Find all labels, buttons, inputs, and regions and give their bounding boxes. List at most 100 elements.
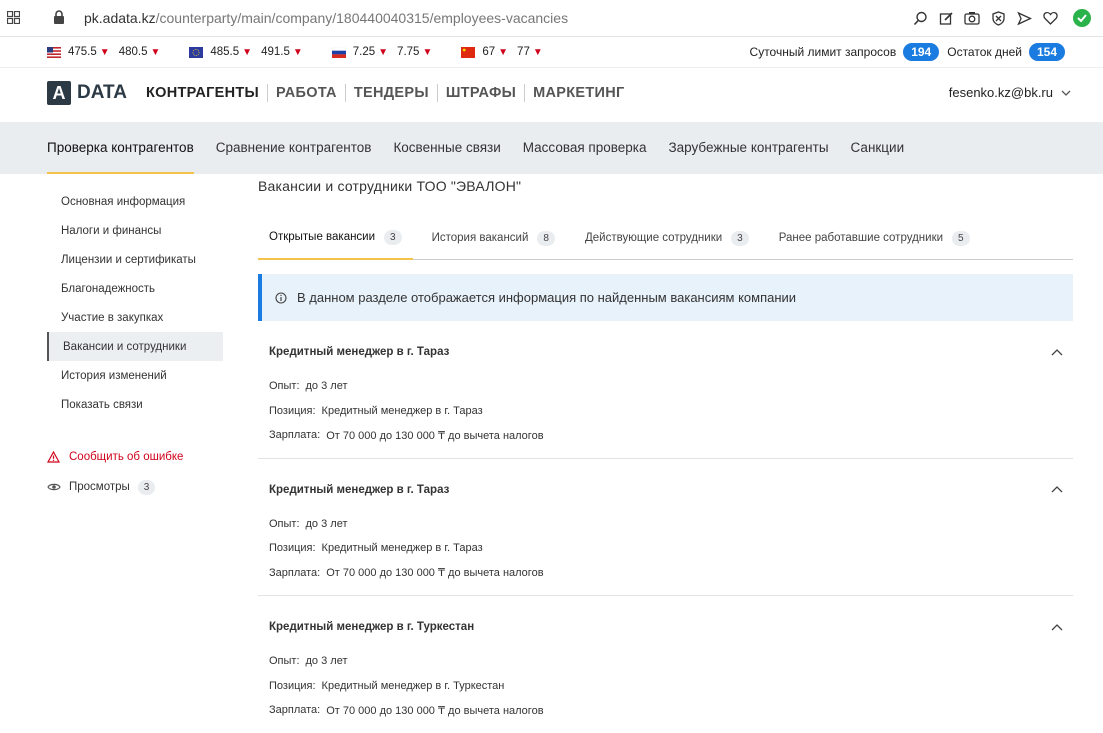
ru-flag-icon xyxy=(331,46,346,58)
content-tabs: Открытые вакансии 3 История вакансий 8 Д… xyxy=(258,216,1073,260)
tab-current-employees[interactable]: Действующие сотрудники 3 xyxy=(574,216,760,260)
main-nav: КОНТРАГЕНТЫ РАБОТА ТЕНДЕРЫ ШТРАФЫ МАРКЕТ… xyxy=(146,84,633,102)
rate-rub: 7.25 ▼ 7.75 ▼ xyxy=(331,46,442,58)
down-arrow-icon: ▼ xyxy=(378,46,389,58)
down-arrow-icon: ▼ xyxy=(498,46,509,58)
vacancy-title: Кредитный менеджер в г. Туркестан xyxy=(269,621,475,633)
lock-icon[interactable] xyxy=(53,10,65,25)
send-icon[interactable] xyxy=(1011,7,1037,29)
vacancy-card: Кредитный менеджер в г. Тараз Опыт: до 3 … xyxy=(258,321,1073,459)
rub-sell: 7.75 xyxy=(397,46,420,58)
sidebar: Основная информация Налоги и финансы Лиц… xyxy=(47,187,223,497)
down-arrow-icon: ▼ xyxy=(242,46,253,58)
sidebar-item-history[interactable]: История изменений xyxy=(47,361,223,390)
nav-work[interactable]: РАБОТА xyxy=(267,84,345,102)
camera-icon[interactable] xyxy=(959,7,985,29)
vacancy-header[interactable]: Кредитный менеджер в г. Тараз xyxy=(269,321,1063,381)
down-arrow-icon: ▼ xyxy=(150,46,161,58)
tab-label: Ранее работавшие сотрудники xyxy=(778,232,944,244)
subnav-compare[interactable]: Сравнение контрагентов xyxy=(216,122,372,174)
nav-counterparties[interactable]: КОНТРАГЕНТЫ xyxy=(146,84,267,102)
vacancy-salary: Зарплата: От 70 000 до 130 000 ₸ до вычет… xyxy=(269,704,544,717)
tab-count-badge: 5 xyxy=(952,230,970,246)
vacancy-salary: Зарплата: От 70 000 до 130 000 ₸ до вычет… xyxy=(269,429,544,442)
sidebar-item-connections[interactable]: Показать связи xyxy=(47,390,223,419)
tab-vacancy-history[interactable]: История вакансий 8 xyxy=(421,216,566,260)
vacancy-header[interactable]: Кредитный менеджер в г. Тараз xyxy=(269,459,1063,519)
subnav-indirect[interactable]: Косвенные связи xyxy=(393,122,500,174)
request-limits: Суточный лимит запросов 194 Остаток дней… xyxy=(750,43,1073,61)
vacancy-position: Позиция: Кредитный менеджер в г. Туркеста… xyxy=(269,679,505,692)
tab-open-vacancies[interactable]: Открытые вакансии 3 xyxy=(258,216,413,260)
logo[interactable]: A DATA xyxy=(47,81,127,105)
down-arrow-icon: ▼ xyxy=(422,46,433,58)
nav-marketing[interactable]: МАРКЕТИНГ xyxy=(524,84,632,102)
eu-flag-icon xyxy=(189,46,204,58)
cny-buy: 67 xyxy=(482,46,496,58)
search-icon[interactable] xyxy=(907,7,933,29)
cny-sell: 77 xyxy=(517,46,530,58)
edit-icon[interactable] xyxy=(933,7,959,29)
rate-usd: 475.5 ▼ 480.5 ▼ xyxy=(47,46,169,58)
sidebar-item-vacancies[interactable]: Вакансии и сотрудники xyxy=(47,332,223,361)
tab-count-badge: 3 xyxy=(384,229,402,245)
views-count-badge: 3 xyxy=(137,479,156,495)
nav-fines[interactable]: ШТРАФЫ xyxy=(436,84,524,102)
eye-icon xyxy=(47,483,61,491)
chevron-up-icon[interactable] xyxy=(1051,348,1063,356)
url-host: pk.adata.kz xyxy=(84,10,156,26)
tab-label: История вакансий xyxy=(431,232,529,244)
browser-bar: pk.adata.kz/counterparty/main/company/18… xyxy=(0,0,1103,37)
vacancy-title: Кредитный менеджер в г. Тараз xyxy=(269,483,450,496)
usd-buy: 475.5 xyxy=(68,46,97,58)
us-flag-icon xyxy=(47,46,61,58)
subnav-foreign[interactable]: Зарубежные контрагенты xyxy=(669,122,829,174)
eur-sell: 491.5 xyxy=(261,46,290,58)
vacancy-header[interactable]: Кредитный менеджер в г. Туркестан xyxy=(269,596,1063,656)
vacancy-position: Позиция: Кредитный менеджер в г. Тараз xyxy=(269,542,483,555)
tab-former-employees[interactable]: Ранее работавшие сотрудники 5 xyxy=(768,216,981,260)
daily-limit-badge: 194 xyxy=(903,43,940,61)
vacancy-card: Кредитный менеджер в г. Тараз Опыт: до 3 … xyxy=(258,459,1073,596)
views-counter: Просмотры 3 xyxy=(47,477,223,497)
sidebar-item-procurement[interactable]: Участие в закупках xyxy=(47,303,223,332)
info-icon xyxy=(275,291,287,304)
report-error-link[interactable]: Сообщить об ошибке xyxy=(47,447,223,467)
tab-count-badge: 8 xyxy=(537,230,555,246)
vacancy-title: Кредитный менеджер в г. Тараз xyxy=(269,346,450,358)
user-menu[interactable]: fesenko.kz@bk.ru xyxy=(949,85,1071,100)
chevron-up-icon[interactable] xyxy=(1051,486,1063,493)
check-circle-icon[interactable] xyxy=(1073,9,1091,27)
vacancy-experience: Опыт: до 3 лет xyxy=(269,655,348,668)
heart-icon[interactable] xyxy=(1037,7,1063,29)
down-arrow-icon: ▼ xyxy=(99,46,110,58)
eur-buy: 485.5 xyxy=(210,46,240,58)
vacancy-salary: Зарплата: От 70 000 до 130 000 ₸ до вычет… xyxy=(269,566,544,580)
address-bar[interactable]: pk.adata.kz/counterparty/main/company/18… xyxy=(84,10,568,26)
subnav-check[interactable]: Проверка контрагентов xyxy=(47,122,194,174)
nav-tenders[interactable]: ТЕНДЕРЫ xyxy=(344,84,437,102)
vacancy-experience: Опыт: до 3 лет xyxy=(269,517,348,530)
vacancy-card: Кредитный менеджер в г. Туркестан Опыт: д… xyxy=(258,596,1073,733)
usd-sell: 480.5 xyxy=(118,46,148,58)
sidebar-item-taxes[interactable]: Налоги и финансы xyxy=(47,216,223,245)
apps-grid-icon[interactable] xyxy=(7,11,20,24)
main-content: Вакансии и сотрудники ТОО "ЭВАЛОН" Откры… xyxy=(258,178,1073,733)
sidebar-item-licenses[interactable]: Лицензии и сертификаты xyxy=(47,245,223,274)
sidebar-item-main-info[interactable]: Основная информация xyxy=(47,187,223,216)
cn-flag-icon xyxy=(461,46,476,58)
logo-text: DATA xyxy=(77,82,127,103)
views-label: Просмотры xyxy=(69,481,130,493)
report-error-label: Сообщить об ошибке xyxy=(69,451,184,463)
site-header: A DATA КОНТРАГЕНТЫ РАБОТА ТЕНДЕРЫ ШТРАФЫ… xyxy=(0,68,1103,122)
info-text: В данном разделе отображается информация… xyxy=(297,290,797,305)
subnav-sanctions[interactable]: Санкции xyxy=(851,122,905,174)
subnav-mass-check[interactable]: Массовая проверка xyxy=(523,122,647,174)
sidebar-item-reliability[interactable]: Благонадежность xyxy=(47,274,223,303)
rub-buy: 7.25 xyxy=(352,46,376,58)
block-icon[interactable] xyxy=(985,7,1011,29)
days-left-label: Остаток дней xyxy=(947,45,1022,59)
rate-eur: 485.5 ▼ 491.5 ▼ xyxy=(189,46,311,58)
chevron-up-icon[interactable] xyxy=(1051,623,1063,631)
user-email: fesenko.kz@bk.ru xyxy=(948,85,1053,100)
